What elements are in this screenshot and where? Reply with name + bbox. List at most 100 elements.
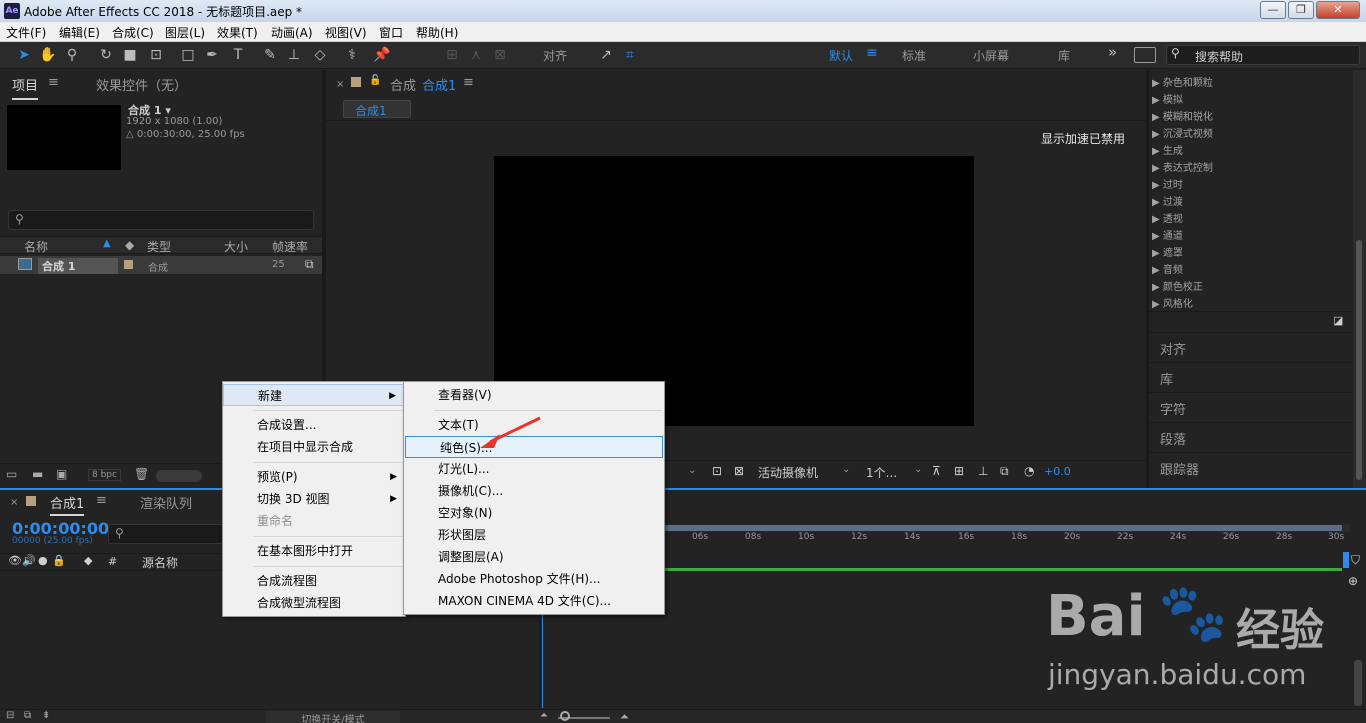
solo-icon[interactable]: ● (38, 554, 48, 567)
layer-switches-icon[interactable]: ⊟ (6, 710, 14, 721)
menu-effect[interactable]: 效果(T) (217, 24, 258, 41)
camera-dropdown[interactable]: 活动摄像机 ⌄ (754, 463, 854, 482)
column-name[interactable]: 名称 (24, 238, 48, 255)
flowchart-icon[interactable]: ⧉ (1000, 464, 1009, 479)
close-button[interactable]: ✕ (1316, 1, 1360, 19)
composition-tab-name[interactable]: 合成1 (422, 75, 456, 94)
pen-tool-icon[interactable]: ✒ (202, 46, 222, 64)
effect-category[interactable]: ▶ 透视 (1152, 210, 1183, 225)
effect-category[interactable]: ▶ 模拟 (1152, 91, 1183, 106)
menu-item-comp-flowchart[interactable]: 合成流程图 (223, 570, 405, 592)
world-axis-icon[interactable]: ⋏ (466, 46, 486, 64)
puppet-pin-tool-icon[interactable]: 📌 (372, 46, 392, 64)
clone-stamp-tool-icon[interactable]: ⊥ (284, 46, 304, 64)
submenu-item-viewer[interactable]: 查看器(V) (404, 384, 664, 406)
timeline-search-input[interactable]: ⚲ (108, 524, 224, 544)
tab-effect-controls[interactable]: 效果控件（无） (96, 75, 187, 94)
timeline-tab-menu-icon[interactable]: ≡ (96, 493, 107, 508)
camera-tool-icon[interactable]: ■ (120, 46, 140, 64)
eraser-tool-icon[interactable]: ◇ (310, 46, 330, 64)
workspace-standard[interactable]: 标准 (902, 47, 926, 64)
effect-category[interactable]: ▶ 颜色校正 (1152, 278, 1203, 293)
composition-tab-menu-icon[interactable]: ≡ (463, 75, 474, 90)
new-folder-icon[interactable]: ▬ (32, 467, 43, 481)
transparency-grid-icon[interactable]: ⊠ (734, 464, 744, 478)
workspace-default[interactable]: 默认 (829, 47, 853, 64)
workspace-menu-icon[interactable]: ≡ (866, 45, 878, 61)
selection-tool-icon[interactable]: ➤ (14, 46, 34, 64)
project-tab-menu-icon[interactable]: ≡ (48, 75, 59, 90)
menu-layer[interactable]: 图层(L) (165, 24, 205, 41)
scrollbar-thumb[interactable] (1356, 240, 1362, 480)
lock-icon[interactable]: 🔒 (52, 554, 66, 567)
composition-tab-label[interactable]: 合成 (390, 75, 416, 94)
effect-category[interactable]: ▶ 过渡 (1152, 193, 1183, 208)
effect-category[interactable]: ▶ 风格化 (1152, 295, 1193, 310)
views-dropdown[interactable]: 1个... ⌄ (862, 463, 928, 482)
library-section[interactable]: 库 (1148, 362, 1353, 392)
audio-switch-icon[interactable]: 🔊 (22, 554, 36, 567)
zoom-tool-icon[interactable]: ⚲ (62, 46, 82, 64)
new-bin-icon[interactable]: ◪ (1333, 314, 1343, 327)
menu-item-comp-settings[interactable]: 合成设置... (223, 414, 405, 436)
workspace-more-button[interactable]: » (1108, 43, 1117, 61)
help-search-input[interactable]: ⚲ 搜索帮助 (1166, 45, 1360, 65)
label-color-swatch[interactable] (124, 260, 133, 269)
end-marker[interactable] (1343, 552, 1349, 568)
close-tab-icon[interactable]: × (10, 497, 18, 508)
effects-scrollbar[interactable] (1353, 70, 1366, 488)
snap-arrow-icon[interactable]: ↗ (596, 46, 616, 64)
effect-category[interactable]: ▶ 通道 (1152, 227, 1183, 242)
tab-project[interactable]: 项目 (12, 75, 39, 100)
submenu-item-adjustment-layer[interactable]: 调整图层(A) (404, 546, 664, 568)
menu-edit[interactable]: 编辑(E) (59, 24, 100, 41)
menu-help[interactable]: 帮助(H) (416, 24, 458, 41)
effect-category[interactable]: ▶ 遮罩 (1152, 244, 1183, 259)
bit-depth-button[interactable]: 8 bpc (88, 469, 121, 481)
menu-window[interactable]: 窗口 (379, 24, 403, 41)
effect-category[interactable]: ▶ 过时 (1152, 176, 1183, 191)
submenu-item-shape-layer[interactable]: 形状图层 (404, 524, 664, 546)
align-section[interactable]: 对齐 (1148, 332, 1353, 362)
transfer-controls-icon[interactable]: ⧉ (24, 710, 31, 721)
tab-comp1[interactable]: 合成1 (50, 493, 85, 516)
video-switch-icon[interactable]: 👁 (8, 554, 22, 567)
column-source-name[interactable]: 源名称 (142, 554, 178, 571)
workspace-small-screen[interactable]: 小屏幕 (973, 47, 1009, 64)
in-out-icon[interactable]: ⇟ (42, 710, 50, 721)
thumbnail-slider[interactable] (156, 470, 202, 482)
workspace-library[interactable]: 库 (1058, 47, 1070, 64)
maximize-button[interactable]: ❐ (1288, 1, 1314, 19)
menu-file[interactable]: 文件(F) (6, 24, 46, 41)
region-of-interest-icon[interactable]: ⊞ (954, 464, 964, 478)
toggle-view-icon[interactable]: ⊼ (932, 464, 941, 478)
hand-tool-icon[interactable]: ✋ (38, 46, 58, 64)
roto-brush-tool-icon[interactable]: ⚕ (342, 46, 362, 64)
menu-item-switch-3d-view[interactable]: 切换 3D 视图 ▶ (223, 488, 405, 510)
toggle-switches-modes-button[interactable]: 切换开关/模式 (266, 711, 400, 723)
pan-behind-tool-icon[interactable]: ⊡ (146, 46, 166, 64)
panel-toggle-icon[interactable] (1134, 47, 1156, 63)
resolution-dropdown-icon[interactable]: ⌄ (688, 465, 696, 476)
submenu-item-camera[interactable]: 摄像机(C)... (404, 480, 664, 502)
menu-animation[interactable]: 动画(A) (271, 24, 313, 41)
close-tab-icon[interactable]: × (336, 79, 344, 90)
column-size[interactable]: 大小 (224, 238, 248, 255)
text-tool-icon[interactable]: T (228, 46, 248, 64)
effect-category[interactable]: ▶ 沉浸式视频 (1152, 125, 1213, 140)
menu-item-new[interactable]: 新建 ▶ (223, 384, 405, 406)
view-axis-icon[interactable]: ⊠ (490, 46, 510, 64)
submenu-item-cinema4d-file[interactable]: MAXON CINEMA 4D 文件(C)... (404, 590, 664, 612)
effect-category[interactable]: ▶ 模糊和锐化 (1152, 108, 1213, 123)
project-search-input[interactable]: ⚲ (8, 210, 314, 230)
new-composition-icon[interactable]: ▣ (56, 467, 67, 481)
fast-preview-icon[interactable]: ⊡ (712, 464, 722, 478)
minimize-button[interactable]: — (1260, 1, 1286, 19)
zoom-slider-handle[interactable] (560, 711, 570, 721)
table-row[interactable]: 合成 1 合成 25 ⧉ (0, 256, 322, 274)
effect-category[interactable]: ▶ 表达式控制 (1152, 159, 1213, 174)
menu-composition[interactable]: 合成(C) (112, 24, 154, 41)
menu-item-reveal-in-project[interactable]: 在项目中显示合成 (223, 436, 405, 458)
rotate-tool-icon[interactable]: ↻ (96, 46, 116, 64)
zoom-in-icon[interactable]: ⏶ (620, 710, 629, 723)
